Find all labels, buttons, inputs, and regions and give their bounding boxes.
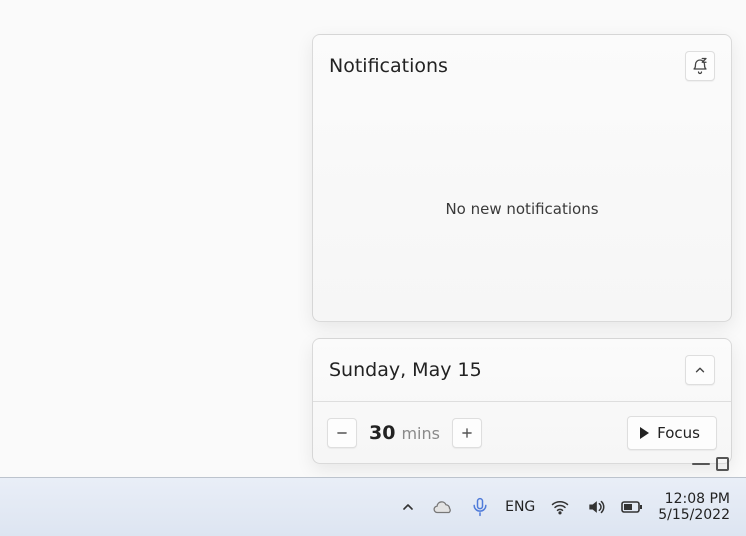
minus-icon — [335, 426, 349, 440]
voice-typing-button[interactable] — [464, 487, 496, 527]
focus-button-label: Focus — [657, 424, 700, 442]
calendar-date: Sunday, May 15 — [329, 359, 685, 381]
speaker-icon — [586, 497, 606, 517]
wifi-tray-button[interactable] — [544, 487, 576, 527]
focus-duration-unit: mins — [401, 424, 440, 443]
bell-snooze-icon — [691, 57, 709, 75]
notifications-body: No new notifications — [313, 97, 731, 321]
volume-tray-button[interactable] — [580, 487, 612, 527]
battery-icon — [620, 497, 644, 517]
focus-duration-value: 30 — [369, 422, 395, 444]
news-copilot-hint[interactable] — [692, 457, 729, 471]
dash-icon — [692, 463, 710, 465]
calendar-header: Sunday, May 15 — [313, 339, 731, 401]
clock-date: 5/15/2022 — [658, 507, 730, 523]
wifi-icon — [550, 497, 570, 517]
play-icon — [640, 427, 649, 439]
notifications-empty-text: No new notifications — [445, 200, 598, 218]
clock-time: 12:08 PM — [665, 491, 730, 507]
focus-duration: 30 mins — [369, 422, 440, 444]
calendar-focus-panel: Sunday, May 15 30 mins Focus — [312, 338, 732, 464]
square-icon — [716, 457, 729, 471]
do-not-disturb-button[interactable] — [685, 51, 715, 81]
notifications-panel: Notifications No new notifications — [312, 34, 732, 322]
collapse-calendar-button[interactable] — [685, 355, 715, 385]
focus-session-strip: 30 mins Focus — [313, 401, 731, 463]
desktop: Notifications No new notifications Sunda… — [0, 0, 746, 536]
tray-overflow-button[interactable] — [392, 487, 424, 527]
microphone-icon — [470, 497, 490, 517]
chevron-up-icon — [400, 499, 416, 515]
battery-tray-button[interactable] — [616, 487, 648, 527]
start-focus-button[interactable]: Focus — [627, 416, 717, 450]
cloud-icon — [433, 496, 455, 518]
language-label: ENG — [505, 499, 535, 515]
decrease-duration-button[interactable] — [327, 418, 357, 448]
plus-icon — [460, 426, 474, 440]
notifications-header: Notifications — [313, 35, 731, 97]
taskbar: ENG 12:08 PM 5/15/2022 — [0, 477, 746, 536]
chevron-up-icon — [693, 363, 707, 377]
clock-tray-button[interactable]: 12:08 PM 5/15/2022 — [652, 491, 736, 523]
notifications-title: Notifications — [329, 55, 685, 77]
increase-duration-button[interactable] — [452, 418, 482, 448]
weather-tray-button[interactable] — [428, 487, 460, 527]
language-tray-button[interactable]: ENG — [500, 487, 540, 527]
